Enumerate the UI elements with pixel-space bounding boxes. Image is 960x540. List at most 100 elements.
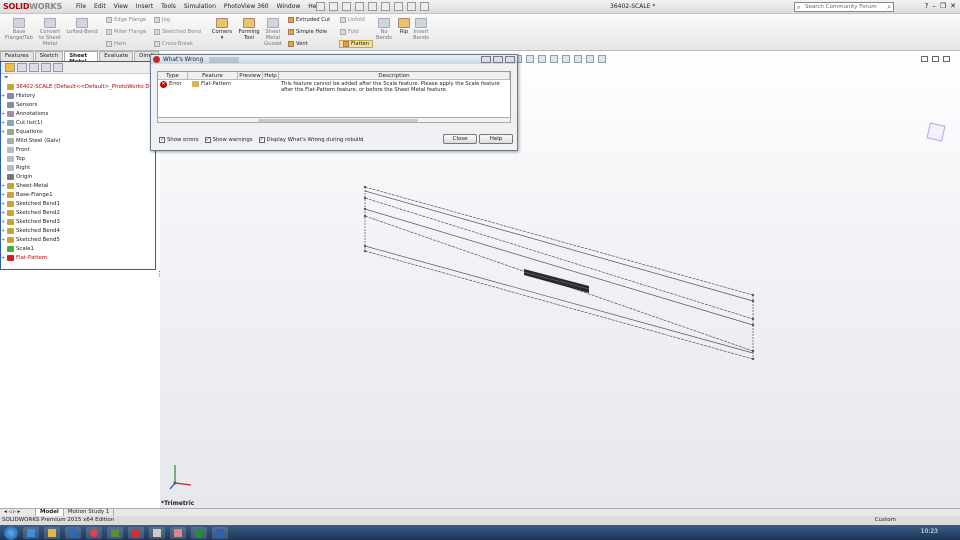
paint-icon[interactable]	[170, 526, 186, 539]
table-row[interactable]: ✕ Error Flat-Pattern This feature cannot …	[158, 80, 510, 98]
excel-icon[interactable]	[191, 526, 207, 539]
search-icon[interactable]: ⌕	[887, 3, 891, 12]
base-flange-button[interactable]: Base Flange/Tab	[4, 18, 34, 41]
search-scope-icon[interactable]: ⌕	[797, 4, 800, 12]
row-preview[interactable]	[238, 80, 263, 98]
menu-view[interactable]: View	[110, 2, 132, 11]
save-icon[interactable]	[342, 2, 351, 11]
feature-manager-icon[interactable]	[5, 63, 15, 72]
col-help[interactable]: Help	[263, 72, 279, 79]
flatten-button[interactable]: Flatten	[339, 40, 374, 48]
menu-simulation[interactable]: Simulation	[180, 2, 220, 11]
select-icon[interactable]	[381, 2, 390, 11]
row-help[interactable]	[263, 80, 279, 98]
panel-splitter-handle[interactable]: ⋮	[156, 270, 163, 290]
tree-item[interactable]: + Sketched Bend1	[1, 199, 155, 208]
dialog-maximize-icon[interactable]	[493, 56, 503, 63]
show-errors-checkbox[interactable]: ✓ Show errors	[159, 137, 199, 143]
col-description[interactable]: Description	[279, 72, 510, 79]
vent-button[interactable]: Vent	[288, 41, 308, 47]
view-settings-icon[interactable]	[598, 55, 606, 63]
fold-button[interactable]: Fold	[340, 29, 359, 35]
tab-motion-study[interactable]: Motion Study 1	[64, 509, 115, 516]
property-manager-icon[interactable]	[17, 63, 27, 72]
cross-break-button[interactable]: Cross-Break	[154, 41, 193, 47]
tree-item[interactable]: + Sketched Bend4	[1, 226, 155, 235]
show-warnings-checkbox[interactable]: ✓ Show warnings	[204, 137, 253, 143]
tree-item[interactable]: Top	[1, 154, 155, 163]
funnel-icon[interactable]: ⏷	[1, 74, 155, 82]
tree-root-part[interactable]: 36402-SCALE (Default<<Default>_PhotoWork…	[1, 82, 155, 91]
viewport-restore-icon[interactable]	[932, 56, 939, 62]
tree-item[interactable]: + Sketched Bend2	[1, 208, 155, 217]
viewport-minimize-icon[interactable]	[921, 56, 928, 62]
forming-tool-button[interactable]: Forming Tool	[236, 18, 262, 41]
tree-item[interactable]: Origin	[1, 172, 155, 181]
menu-insert[interactable]: Insert	[132, 2, 157, 11]
section-view-icon[interactable]	[526, 55, 534, 63]
scene-icon[interactable]	[586, 55, 594, 63]
explorer-icon[interactable]	[44, 526, 60, 539]
file-properties-icon[interactable]	[407, 2, 416, 11]
menu-window[interactable]: Window	[273, 2, 305, 11]
tree-item[interactable]: Mild Steel (Galv)	[1, 136, 155, 145]
flattened-part[interactable]	[523, 269, 590, 293]
tab-features[interactable]: Features	[0, 51, 34, 61]
hide-show-icon[interactable]	[562, 55, 570, 63]
display-manager-icon[interactable]	[53, 63, 63, 72]
col-type[interactable]: Type	[158, 72, 188, 79]
new-document-icon[interactable]	[316, 2, 325, 11]
configuration-manager-icon[interactable]	[29, 63, 39, 72]
lofted-bend-button[interactable]: Lofted-Bend	[64, 18, 100, 35]
chrome-icon[interactable]	[86, 526, 102, 539]
tab-evaluate[interactable]: Evaluate	[99, 51, 134, 61]
units-selector[interactable]: Custom	[875, 516, 896, 525]
dimxpert-manager-icon[interactable]	[41, 63, 51, 72]
solidworks-taskbar-icon[interactable]	[128, 526, 144, 539]
no-bends-button[interactable]: No Bends	[374, 18, 394, 41]
tree-item[interactable]: Right	[1, 163, 155, 172]
viewport-close-icon[interactable]	[943, 56, 950, 62]
ie-icon[interactable]	[23, 526, 39, 539]
open-folder-icon[interactable]	[329, 2, 338, 11]
visio-icon[interactable]	[212, 526, 228, 539]
tree-item[interactable]: + Base-Flange1	[1, 190, 155, 199]
tree-item[interactable]: + Sketched Bend5	[1, 235, 155, 244]
tab-sketch[interactable]: Sketch	[34, 51, 64, 61]
media-player-icon[interactable]	[107, 526, 123, 539]
tree-item[interactable]: Scale1	[1, 244, 155, 253]
system-clock[interactable]: 10:23	[921, 528, 938, 535]
tab-scroll-arrows[interactable]: ◂ ◃ ▹ ▸	[0, 509, 36, 516]
close-icon[interactable]: ✕	[950, 2, 956, 10]
menu-tools[interactable]: Tools	[157, 2, 180, 11]
solidworks-logo[interactable]: SOLIDWORKS	[3, 2, 62, 11]
dialog-title-bar[interactable]: What's Wrong	[151, 55, 517, 64]
menu-edit[interactable]: Edit	[90, 2, 110, 11]
help-icon[interactable]: ?	[925, 2, 929, 10]
tree-item[interactable]: + Flat-Pattern	[1, 253, 155, 262]
dialog-minimize-icon[interactable]	[481, 56, 491, 63]
col-feature[interactable]: Feature	[188, 72, 238, 79]
tree-item[interactable]: + Sheet-Metal	[1, 181, 155, 190]
notepad-icon[interactable]	[149, 526, 165, 539]
print-icon[interactable]	[355, 2, 364, 11]
tree-item[interactable]: + Cut list(1)	[1, 118, 155, 127]
convert-to-sheet-metal-button[interactable]: Convert to Sheet Metal	[36, 18, 64, 47]
hem-button[interactable]: Hem	[106, 41, 126, 47]
help-button[interactable]: Help	[479, 134, 513, 144]
sketched-bend-button[interactable]: Sketched Bend	[154, 29, 201, 35]
simple-hole-button[interactable]: Simple Hole	[288, 29, 327, 35]
col-preview[interactable]: Preview	[238, 72, 263, 79]
tab-model[interactable]: Model	[36, 509, 64, 516]
rebuild-icon[interactable]	[394, 2, 403, 11]
menu-photoview[interactable]: PhotoView 360	[220, 2, 273, 11]
restore-icon[interactable]: ❐	[940, 2, 946, 10]
tree-item[interactable]: + Sketched Bend3	[1, 217, 155, 226]
tree-item[interactable]: + Annotations	[1, 109, 155, 118]
appearance-icon[interactable]	[574, 55, 582, 63]
search-input[interactable]: ⌕ Search Community Forum ⌕	[794, 2, 894, 12]
menu-file[interactable]: File	[72, 2, 90, 11]
corners-button[interactable]: Corners ▾	[209, 18, 235, 41]
minimize-icon[interactable]: –	[932, 2, 936, 10]
outlook-icon[interactable]	[65, 526, 81, 539]
